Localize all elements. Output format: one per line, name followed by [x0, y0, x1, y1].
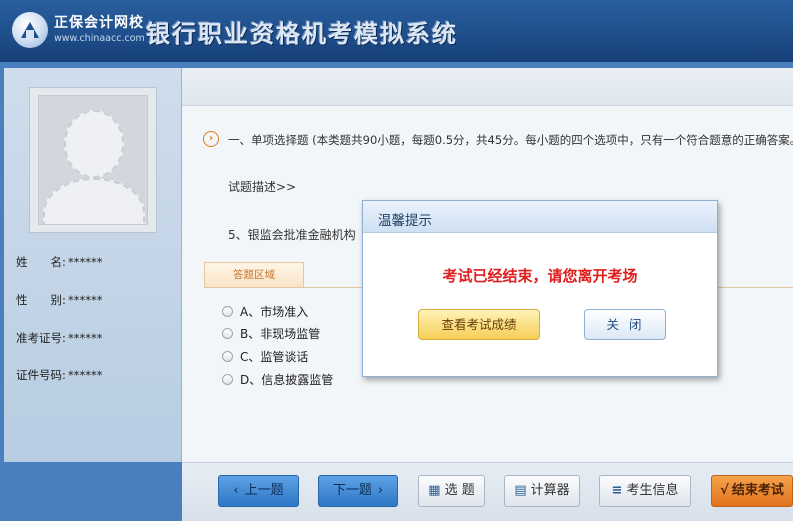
question-panel-topbar [182, 68, 793, 106]
option-c-label: C、监管谈话 [240, 350, 309, 364]
candidate-gender-value: ****** [68, 293, 103, 307]
dialog-header: 温馨提示 [363, 201, 717, 233]
notice-dialog: 温馨提示 考试已经结束，请您离开考场 查看考试成绩 关闭 [362, 200, 718, 377]
candidate-ticket-label: 准考证号: [16, 331, 66, 345]
dialog-message: 考试已经结束，请您离开考场 [442, 267, 638, 285]
candidate-id-value: ****** [68, 368, 103, 382]
candidate-name-value: ****** [68, 255, 103, 269]
brand-name: 正保会计网校 [54, 15, 144, 31]
candidate-ticket-value: ****** [68, 331, 103, 345]
check-icon: √ [720, 483, 729, 498]
radio-icon[interactable] [222, 351, 233, 362]
candidate-panel: 姓 名: ****** 性 别: ****** 准考证号: ****** 证件号码: *… [4, 68, 182, 462]
brand-url: www.chinaacc.com [54, 33, 145, 44]
calculator-button[interactable]: ▤ 计算器 [504, 475, 580, 507]
finish-exam-button[interactable]: √ 结束考试 [711, 475, 793, 507]
chevron-left-icon: ‹ [233, 483, 239, 498]
next-question-button[interactable]: 下一题 › [318, 475, 398, 507]
question-text: 5、银监会批准金融机构 [228, 228, 356, 242]
calculator-icon: ▤ [514, 483, 527, 498]
system-title: 银行职业资格机考模拟系统 [146, 20, 458, 48]
option-a-label: A、市场准入 [240, 305, 309, 319]
section-instructions: 一、单项选择题 (本类题共90小题，每题0.5分，共45分。每小题的四个选项中，… [228, 133, 793, 147]
school-logo-icon [12, 12, 48, 48]
app-header: 正保会计网校 www.chinaacc.com 银行职业资格机考模拟系统 [0, 0, 793, 62]
chevron-right-icon: › [377, 483, 384, 498]
radio-icon[interactable] [222, 374, 233, 385]
section-arrow-icon: › [203, 131, 219, 147]
candidate-ticket-row: 准考证号: ****** [16, 330, 103, 346]
answer-area-tab: 答题区域 [204, 262, 304, 288]
candidate-id-row: 证件号码: ****** [16, 367, 103, 383]
option-b[interactable]: B、非现场监管 [222, 325, 320, 342]
select-question-button[interactable]: ▦ 选 题 [418, 475, 485, 507]
list-icon: ≡ [611, 483, 623, 498]
option-c[interactable]: C、监管谈话 [222, 348, 308, 365]
candidate-gender-label: 性 别: [16, 293, 66, 307]
prev-question-button[interactable]: ‹ 上一题 [218, 475, 299, 507]
close-dialog-button[interactable]: 关闭 [584, 309, 666, 340]
candidate-name-label: 姓 名: [16, 255, 66, 269]
grid-icon: ▦ [428, 483, 441, 498]
candidate-gender-row: 性 别: ****** [16, 292, 103, 308]
radio-icon[interactable] [222, 306, 233, 317]
question-description-link[interactable]: 试题描述>> [228, 178, 296, 195]
candidate-id-label: 证件号码: [16, 368, 66, 382]
view-score-button[interactable]: 查看考试成绩 [418, 309, 540, 340]
radio-icon[interactable] [222, 328, 233, 339]
option-b-label: B、非现场监管 [240, 327, 321, 341]
candidate-photo [29, 87, 157, 233]
candidate-info-button[interactable]: ≡ 考生信息 [599, 475, 691, 507]
avatar-placeholder-icon [38, 95, 148, 225]
option-d[interactable]: D、信息披露监管 [222, 371, 333, 388]
option-a[interactable]: A、市场准入 [222, 303, 308, 320]
option-d-label: D、信息披露监管 [240, 373, 334, 387]
dialog-title: 温馨提示 [378, 213, 432, 229]
candidate-name-row: 姓 名: ****** [16, 254, 103, 270]
